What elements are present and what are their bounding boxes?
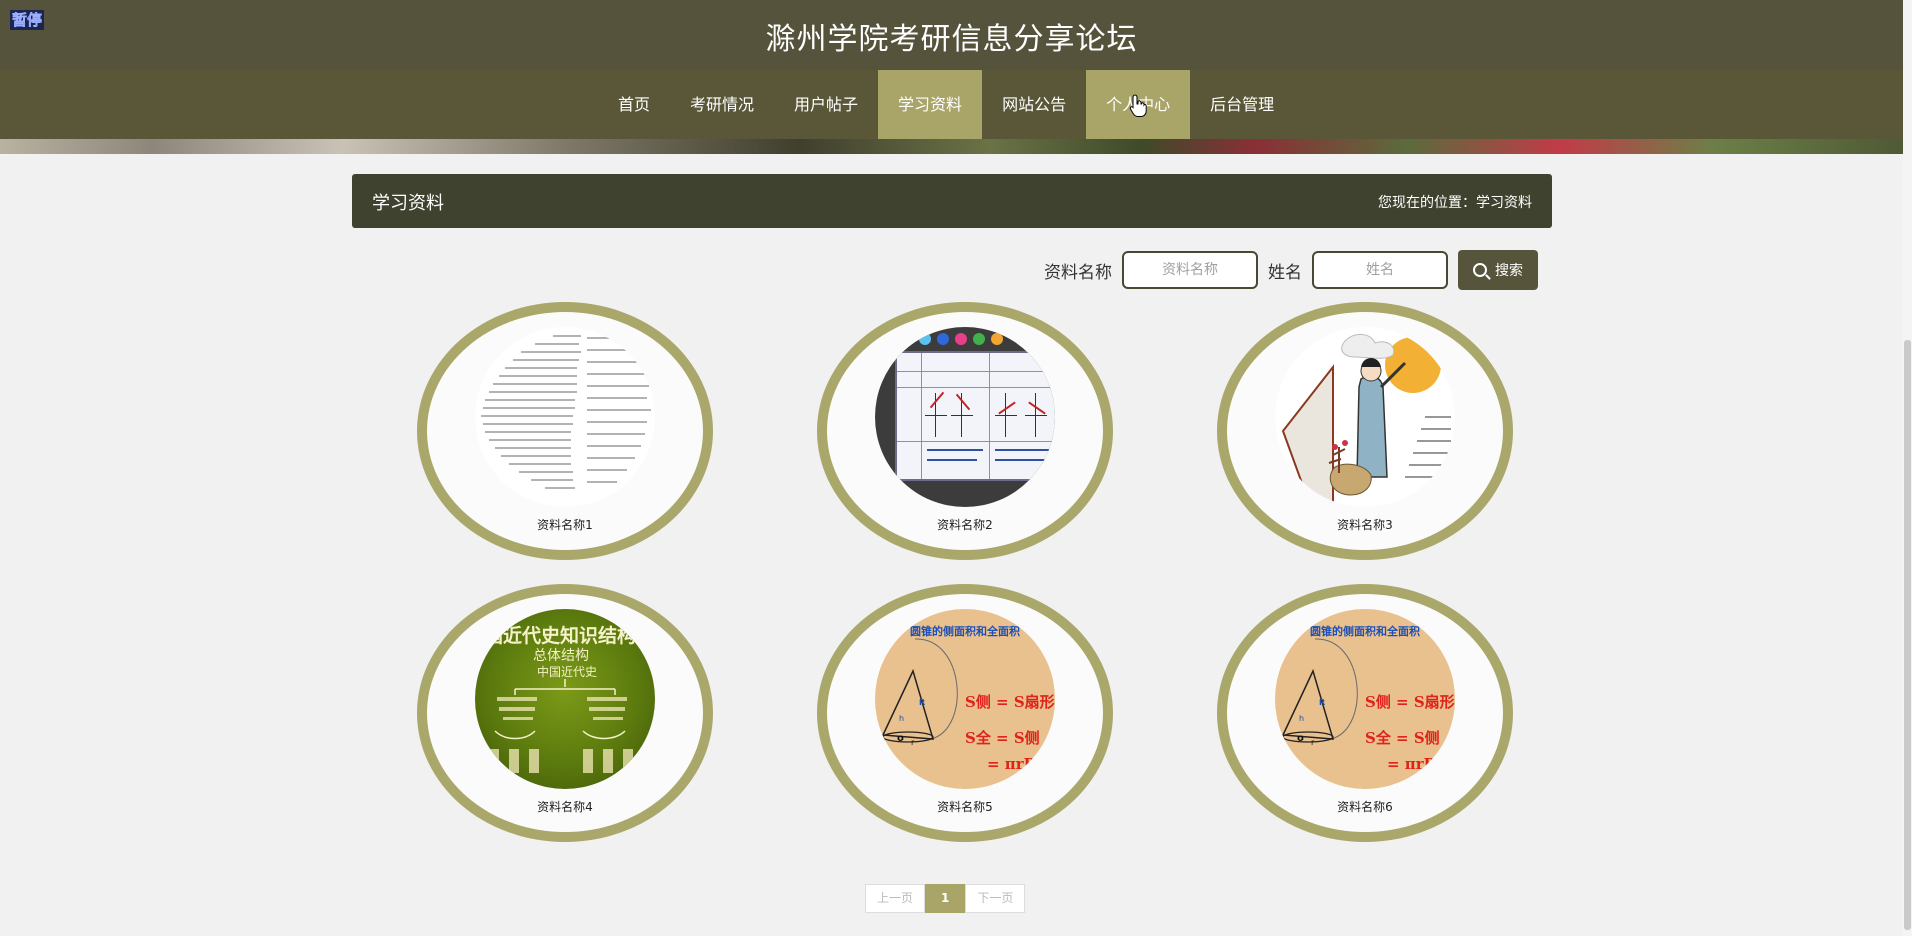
- search-button[interactable]: 搜索: [1458, 250, 1538, 290]
- material-thumbnail-4: 中国近代史知识结构 总体结构 中国近代史: [475, 609, 655, 789]
- svg-text:r: r: [911, 738, 915, 747]
- person-name-label: 姓名: [1268, 262, 1302, 283]
- site-header: 暂停 滁州学院考研信息分享论坛: [0, 0, 1903, 71]
- material-caption-4: 资料名称4: [537, 800, 593, 814]
- svg-text:r: r: [1311, 738, 1315, 747]
- next-page-button[interactable]: 下一页: [965, 884, 1026, 913]
- material-card-1[interactable]: 资料名称1: [417, 302, 713, 560]
- material-thumbnail-1: [475, 327, 655, 507]
- banner-image-strip: [0, 139, 1903, 154]
- material-thumbnail-5: 圆锥的侧面积和全面积 R h o r S侧 = S扇形 = πrR S全 = S…: [875, 609, 1055, 789]
- material-card-5[interactable]: 圆锥的侧面积和全面积 R h o r S侧 = S扇形 = πrR S全 = S…: [817, 584, 1113, 842]
- material-thumbnail-6: 圆锥的侧面积和全面积 R h o r S侧 = S扇形 = πrR S全 = S…: [1275, 609, 1455, 789]
- nav-item-announcements[interactable]: 网站公告: [982, 70, 1086, 139]
- pagination: 上一页 1 下一页: [865, 884, 1026, 913]
- thumb6-formula-3: = πrR: [1387, 755, 1437, 773]
- breadcrumb: 您现在的位置：学习资料: [1378, 195, 1532, 211]
- page-scrollbar[interactable]: [1903, 0, 1912, 936]
- scrollbar-thumb[interactable]: [1904, 340, 1911, 930]
- svg-text:o: o: [897, 733, 904, 744]
- nav-item-home[interactable]: 首页: [598, 70, 670, 139]
- material-caption-5: 资料名称5: [937, 800, 993, 814]
- thumb6-formula-2: S全 = S侧 + S底: [1365, 729, 1455, 747]
- search-bar: 资料名称 姓名 搜索: [1044, 250, 1538, 290]
- search-icon: [1473, 263, 1487, 277]
- material-card-2[interactable]: 资料名称2: [817, 302, 1113, 560]
- site-title: 滁州学院考研信息分享论坛: [765, 22, 1138, 57]
- thumb6-formula-1: S侧 = S扇形 = πrR: [1365, 693, 1455, 711]
- svg-text:h: h: [1299, 714, 1304, 723]
- material-card-4[interactable]: 中国近代史知识结构 总体结构 中国近代史 资料名称4: [417, 584, 713, 842]
- thumb5-formula-1: S侧 = S扇形 = πrR: [965, 693, 1055, 711]
- svg-text:R: R: [1319, 698, 1325, 707]
- hand-cursor-icon: [1129, 94, 1147, 117]
- nav-item-exam-info[interactable]: 考研情况: [670, 70, 774, 139]
- thumb5-formula-2: S全 = S侧 + S底: [965, 729, 1055, 747]
- material-thumbnail-2: [875, 327, 1055, 507]
- page-1-button[interactable]: 1: [925, 884, 966, 913]
- material-name-input[interactable]: [1122, 251, 1258, 289]
- nav-item-study-materials[interactable]: 学习资料: [878, 70, 983, 139]
- material-card-3[interactable]: 资料名称3: [1217, 302, 1513, 560]
- thumb5-formula-3: = πrR: [987, 755, 1037, 773]
- prev-page-button[interactable]: 上一页: [865, 884, 926, 913]
- material-thumbnail-3: [1275, 327, 1455, 507]
- section-header: 学习资料 您现在的位置：学习资料: [352, 174, 1552, 228]
- material-caption-1: 资料名称1: [537, 518, 593, 532]
- material-name-label: 资料名称: [1044, 262, 1112, 283]
- person-name-input[interactable]: [1312, 251, 1448, 289]
- material-card-6[interactable]: 圆锥的侧面积和全面积 R h o r S侧 = S扇形 = πrR S全 = S…: [1217, 584, 1513, 842]
- main-nav: 首页 考研情况 用户帖子 学习资料 网站公告 个人中心 后台管理: [0, 70, 1903, 139]
- material-caption-6: 资料名称6: [1337, 800, 1393, 814]
- material-caption-3: 资料名称3: [1337, 518, 1393, 532]
- svg-text:h: h: [899, 714, 904, 723]
- search-button-label: 搜索: [1495, 263, 1523, 279]
- material-caption-2: 资料名称2: [937, 518, 993, 532]
- nav-item-user-posts[interactable]: 用户帖子: [774, 70, 878, 139]
- nav-item-admin[interactable]: 后台管理: [1190, 70, 1294, 139]
- svg-text:o: o: [1297, 733, 1304, 744]
- nav-items: 首页 考研情况 用户帖子 学习资料 网站公告 个人中心 后台管理: [598, 70, 1294, 139]
- section-title: 学习资料: [372, 193, 444, 214]
- svg-text:R: R: [919, 698, 925, 707]
